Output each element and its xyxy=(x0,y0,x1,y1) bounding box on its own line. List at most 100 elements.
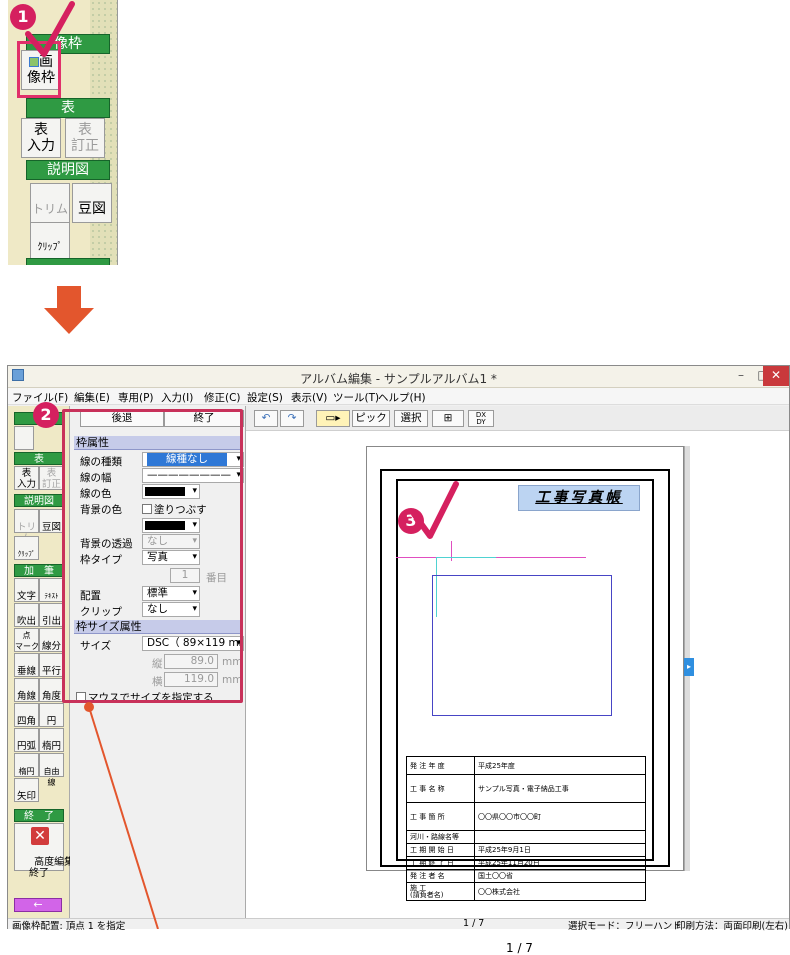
redo-icon[interactable]: ↷ xyxy=(280,410,304,427)
arrow-button[interactable]: 矢印 xyxy=(14,778,39,802)
menu-view[interactable]: 表示(V) xyxy=(291,390,327,405)
angle-button[interactable]: 角度 xyxy=(39,678,64,702)
photo-frame-preview xyxy=(432,575,612,716)
info-row: 工 期 開 始 日平成25年9月1日 xyxy=(406,843,646,857)
group-table-bar: 表 xyxy=(14,452,64,465)
group-diagram-label: 説明図 xyxy=(26,160,110,180)
menu-settings[interactable]: 設定(S) xyxy=(247,390,283,405)
close-button[interactable]: ✕ xyxy=(763,366,789,386)
finish-advanced-edit-label: 高度編集 終了 xyxy=(29,857,75,879)
balloon-button[interactable]: 吹出 xyxy=(14,603,39,627)
checkmark-icon xyxy=(25,1,75,57)
bean-figure-button[interactable]: 豆図 xyxy=(72,183,112,223)
callout-line xyxy=(84,702,159,929)
info-value: サンプル写真・電子納品工事 xyxy=(474,774,646,803)
edit-toolbar: ↶ ↷ ▭▸ ピック 選択 ⊞ DX DY xyxy=(246,406,789,431)
textbox-button[interactable]: ﾃｷｽﾄ xyxy=(39,578,64,602)
trim-small-button[interactable]: トリム xyxy=(14,509,39,544)
table-edit-button[interactable]: 表 訂正 xyxy=(65,118,105,158)
clip-button[interactable]: ｸﾘｯﾌﾟ xyxy=(30,222,70,262)
collapse-arrow-button[interactable]: ← xyxy=(14,898,62,912)
ellipse-button[interactable]: 楕円 xyxy=(39,728,64,752)
menu-modify[interactable]: 修正(C) xyxy=(204,390,241,405)
info-key: 発 注 年 度 xyxy=(406,756,475,775)
status-mode: 選択モード：フリーハンド xyxy=(568,921,682,932)
menu-help[interactable]: ヘルプ(H) xyxy=(378,390,426,405)
info-row: 工 事 名 称サンプル写真・電子納品工事 xyxy=(406,774,646,803)
info-row: 発 注 年 度平成25年度 xyxy=(406,756,646,775)
dxdy-button[interactable]: DX DY xyxy=(468,410,494,427)
move-icon[interactable]: ⊞ xyxy=(432,410,464,427)
info-key: 工 期 終 了 日 xyxy=(406,856,475,870)
title-bar: アルバム編集 - サンプルアルバム1 * – □ ✕ xyxy=(8,366,789,388)
angle-line-button[interactable]: 角線 xyxy=(14,678,39,702)
undo-icon[interactable]: ↶ xyxy=(254,410,278,427)
parallel-button[interactable]: 平行 xyxy=(39,653,64,677)
info-row: 工 期 終 了 日平成25年11月20日 xyxy=(406,856,646,870)
info-key: 工 期 開 始 日 xyxy=(406,843,475,857)
trim-label: トリム xyxy=(31,202,68,216)
group-diagram-bar: 説明図 xyxy=(14,494,64,507)
close-x-icon: ✕ xyxy=(31,827,49,845)
bean-figure-small-button[interactable]: 豆図 xyxy=(39,509,64,533)
checkmark-icon xyxy=(411,481,459,539)
next-page-tab[interactable]: ▸ xyxy=(684,658,694,676)
group-table-label: 表 xyxy=(26,98,110,118)
table-edit-small-button[interactable]: 表 訂正 xyxy=(39,466,64,490)
info-key: 工 事 箇 所 xyxy=(406,802,475,831)
freehand-line-button[interactable]: 自由線 xyxy=(39,753,64,787)
clip-small-button[interactable]: ｸﾘｯﾌﾟ xyxy=(14,536,39,560)
info-row: 河川・路線名等 xyxy=(406,830,646,844)
panel-highlight xyxy=(62,409,243,703)
window-title: アルバム編集 - サンプルアルバム1 * xyxy=(300,372,497,386)
info-row: 工 事 箇 所〇〇県〇〇市〇〇町 xyxy=(406,802,646,831)
status-print: 印刷方法：両面印刷(左右) xyxy=(676,921,788,932)
clip-label: ｸﾘｯﾌﾟ xyxy=(37,242,63,253)
info-value: 平成25年11月20日 xyxy=(474,856,646,870)
info-value: 国土〇〇省 xyxy=(474,869,646,883)
frame-mode-button[interactable]: ▭▸ xyxy=(316,410,350,427)
down-arrow-icon xyxy=(44,286,94,334)
image-frame-small-button[interactable] xyxy=(14,426,34,450)
pick-button[interactable]: ピック xyxy=(352,410,390,427)
table-input-button[interactable]: 表 入力 xyxy=(21,118,61,158)
leader-button[interactable]: 引出 xyxy=(39,603,64,627)
tool-strip: 表 表 入力 表 訂正 説明図 トリム 豆図 ｸﾘｯﾌﾟ 加 筆 文字 ﾃｷｽﾄ… xyxy=(8,406,74,918)
info-key: 河川・路線名等 xyxy=(406,830,475,844)
info-row: 発 注 者 名国土〇〇省 xyxy=(406,869,646,883)
trim-button[interactable]: トリム xyxy=(30,183,70,223)
elliptic-arc-button[interactable]: 楕円弧 xyxy=(14,753,39,787)
rectangle-button[interactable]: 四角 xyxy=(14,703,39,727)
menu-special[interactable]: 専用(P) xyxy=(118,390,154,405)
point-mark-button[interactable]: 点 マーク xyxy=(14,628,39,652)
page-number: 1 / 7 xyxy=(506,941,533,955)
info-value xyxy=(474,830,646,844)
group-annotate-bar: 加 筆 xyxy=(14,564,64,577)
menu-input[interactable]: 入力(I) xyxy=(161,390,193,405)
select-button[interactable]: 選択 xyxy=(394,410,428,427)
info-table: 発 注 年 度平成25年度 工 事 名 称サンプル写真・電子納品工事 工 事 箇… xyxy=(406,756,646,901)
info-key: 発 注 者 名 xyxy=(406,869,475,883)
group-finish-bar: 終 了 xyxy=(14,809,64,822)
group-next-bar xyxy=(26,258,110,265)
info-value: 平成25年度 xyxy=(474,756,646,775)
table-input-label: 表 入力 xyxy=(27,122,55,154)
info-value: 〇〇株式会社 xyxy=(474,882,646,901)
minimize-button[interactable]: – xyxy=(730,366,752,386)
album-title: 工事写真帳 xyxy=(518,485,640,511)
album-canvas[interactable]: 工事写真帳 発 注 年 度平成25年度 工 事 名 称サンプル写真・電子納品工事… xyxy=(246,431,789,955)
info-value: 平成25年9月1日 xyxy=(474,843,646,857)
cursor-line xyxy=(436,557,496,558)
bean-figure-label: 豆図 xyxy=(78,201,106,217)
arc-button[interactable]: 円弧 xyxy=(14,728,39,752)
perpendicular-button[interactable]: 垂線 xyxy=(14,653,39,677)
menu-edit[interactable]: 編集(E) xyxy=(74,390,110,405)
circle-button[interactable]: 円 xyxy=(39,703,64,727)
info-value: 〇〇県〇〇市〇〇町 xyxy=(474,802,646,831)
table-input-small-button[interactable]: 表 入力 xyxy=(14,466,39,490)
line-segment-button[interactable]: 線分 xyxy=(39,628,64,652)
finish-advanced-edit-button[interactable]: ✕ 高度編集 終了 xyxy=(14,823,74,879)
text-button[interactable]: 文字 xyxy=(14,578,39,602)
table-edit-label: 表 訂正 xyxy=(71,122,99,154)
menu-tools[interactable]: ツール(T) xyxy=(333,390,379,405)
